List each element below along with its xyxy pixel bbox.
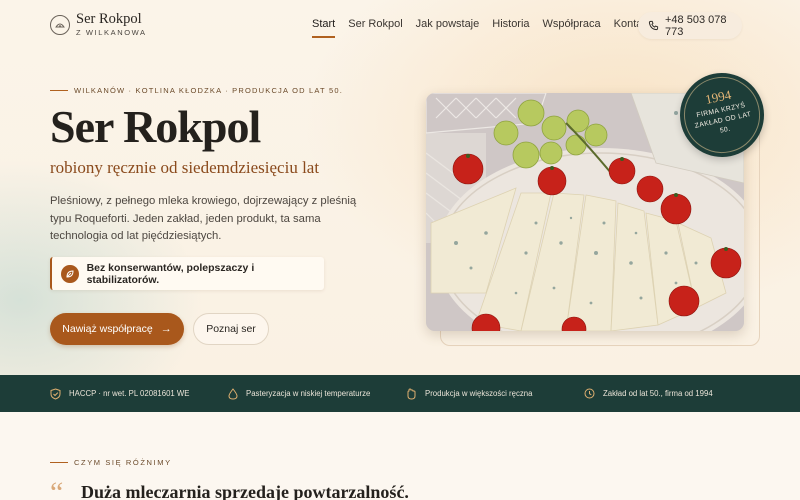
hero-subtitle: robiony ręcznie od siedemdziesięciu lat	[50, 158, 320, 177]
brand-title[interactable]: Ser Rokpol	[76, 11, 142, 28]
leaf-icon	[61, 264, 79, 283]
nav-item-ser-rokpol[interactable]: Ser Rokpol	[348, 18, 402, 30]
cooperate-button-label: Nawiąż współpracę	[62, 323, 153, 335]
trust-item-haccp: HACCP · nr wet. PL 02081601 WE	[50, 375, 189, 412]
hero-eyebrow-text: WILKANÓW · KOTLINA KŁODZKA · PRODUKCJA O…	[74, 86, 343, 95]
hero-description: Pleśniowy, z pełnego mleka krowiego, doj…	[50, 195, 357, 242]
discover-cheese-label: Poznaj ser	[206, 323, 256, 335]
phone-button[interactable]: +48 503 078 773	[638, 12, 742, 39]
nav-item-wspolpraca[interactable]: Współpraca	[543, 18, 601, 30]
nav-item-jak-powstaje[interactable]: Jak powstaje	[416, 18, 480, 30]
drop-icon	[228, 387, 238, 400]
badge-text: Bez konserwantów, polepszaczy i stabiliz…	[86, 261, 255, 286]
hand-icon	[406, 387, 417, 400]
trust-bar: HACCP · nr wet. PL 02081601 WE Pasteryza…	[0, 375, 800, 412]
no-preservatives-badge: Bez konserwantów, polepszaczy i stabiliz…	[50, 257, 324, 290]
hero-eyebrow: WILKANÓW · KOTLINA KŁODZKA · PRODUKCJA O…	[50, 86, 343, 95]
quote-icon: “	[50, 476, 64, 500]
eyebrow-line	[50, 90, 68, 91]
trust-item-since: Zakład od lat 50., firma od 1994	[584, 375, 713, 412]
section-eyebrow: CZYM SIĘ RÓŻNIMY	[50, 458, 172, 467]
site-header: Ser Rokpol Z WILKANOWA Start Ser Rokpol …	[0, 0, 800, 50]
section-eyebrow-text: CZYM SIĘ RÓŻNIMY	[74, 458, 172, 467]
main-nav: Start Ser Rokpol Jak powstaje Historia W…	[312, 18, 664, 38]
section-eyebrow-line	[50, 462, 68, 463]
clock-icon	[584, 388, 595, 399]
trust-item-since-label: Zakład od lat 50., firma od 1994	[603, 389, 713, 398]
nav-item-start[interactable]: Start	[312, 18, 336, 38]
differences-section: CZYM SIĘ RÓŻNIMY “ Duża mleczarnia sprze…	[0, 412, 800, 500]
phone-number: +48 503 078 773	[665, 13, 727, 38]
trust-item-pasteurization-label: Pasteryzacja w niskiej temperaturze	[246, 389, 371, 398]
discover-cheese-button[interactable]: Poznaj ser	[193, 313, 269, 345]
cooperate-button[interactable]: Nawiąż współpracę →	[50, 313, 184, 345]
brand-subtitle: Z WILKANOWA	[76, 28, 147, 37]
arrow-right-icon: →	[160, 323, 172, 335]
shield-check-icon	[50, 387, 61, 400]
trust-item-haccp-label: HACCP · nr wet. PL 02081601 WE	[69, 389, 190, 398]
trust-item-handmade-label: Produkcja w większości ręczna	[425, 389, 533, 398]
section-title: Duża mleczarnia sprzedaje powtarzalność.	[81, 482, 409, 500]
trust-item-pasteurization: Pasteryzacja w niskiej temperaturze	[228, 375, 370, 412]
nav-item-historia[interactable]: Historia	[492, 18, 529, 30]
logo-icon[interactable]	[50, 15, 70, 35]
phone-icon	[648, 20, 659, 31]
page-title: Ser Rokpol	[50, 101, 261, 152]
trust-item-handmade: Produkcja w większości ręczna	[406, 375, 532, 412]
